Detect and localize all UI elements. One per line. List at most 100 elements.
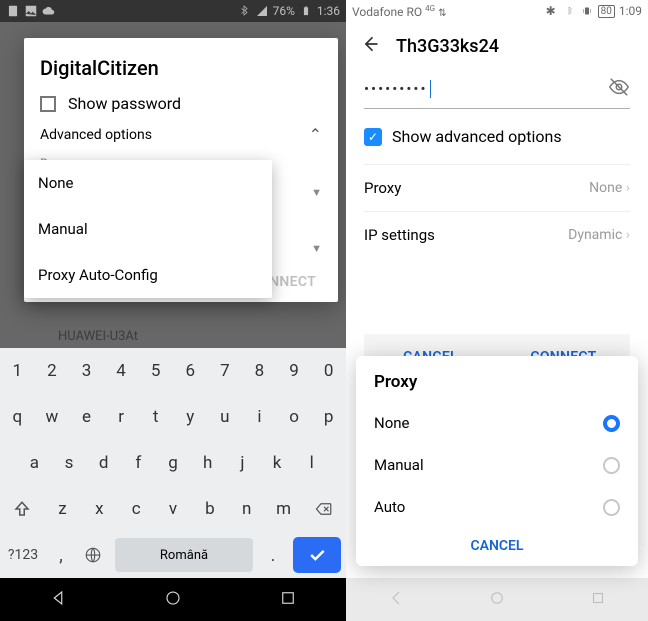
key-v[interactable]: v <box>155 486 192 532</box>
ip-value: Dynamic <box>568 227 630 243</box>
key-8[interactable]: 8 <box>242 348 277 394</box>
home-nav-icon[interactable] <box>164 589 182 611</box>
checkbox-icon[interactable] <box>40 96 56 112</box>
key-0[interactable]: 0 <box>311 348 346 394</box>
carrier-label: Vodafone RO 4G ⇅ <box>352 4 446 19</box>
vibrate-icon <box>580 4 594 18</box>
radio-checked-icon <box>603 415 620 432</box>
enter-key[interactable] <box>293 537 341 573</box>
key-z[interactable]: z <box>44 486 81 532</box>
globe-key[interactable] <box>76 532 110 578</box>
show-advanced-row[interactable]: ✓ Show advanced options <box>364 127 630 146</box>
battery-icon: 80 <box>598 5 615 18</box>
sheet-option-manual[interactable]: Manual <box>374 444 620 486</box>
comma-key[interactable]: , <box>46 532 76 578</box>
sheet-cancel-button[interactable]: CANCEL <box>374 528 620 558</box>
key-r[interactable]: r <box>104 394 139 440</box>
key-row-2: a s d f g h j k l <box>0 440 346 486</box>
key-l[interactable]: l <box>294 440 329 486</box>
key-q[interactable]: q <box>0 394 35 440</box>
proxy-row[interactable]: Proxy None <box>364 164 630 211</box>
chevron-up-icon: ⌃ <box>309 125 322 144</box>
option-manual[interactable]: Manual <box>24 206 272 252</box>
key-u[interactable]: u <box>208 394 243 440</box>
key-n[interactable]: n <box>228 486 265 532</box>
keyboard: 1 2 3 4 5 6 7 8 9 0 q w e r t y u i o p … <box>0 348 346 578</box>
ip-row[interactable]: IP settings Dynamic <box>364 211 630 258</box>
clock: 1:09 <box>619 4 642 18</box>
key-b[interactable]: b <box>191 486 228 532</box>
key-m[interactable]: m <box>265 486 302 532</box>
proxy-value: None <box>589 180 630 196</box>
proxy-label: Proxy <box>364 179 401 197</box>
nav-bar <box>346 578 648 621</box>
key-2[interactable]: 2 <box>35 348 70 394</box>
nav-bar <box>0 578 346 621</box>
password-field[interactable]: ••••••••• <box>364 70 630 109</box>
home-nav-icon[interactable] <box>488 589 506 611</box>
key-row-3: z x c v b n m <box>0 486 346 532</box>
visibility-off-icon[interactable] <box>608 76 630 102</box>
backspace-key[interactable] <box>302 486 346 532</box>
period-key[interactable]: . <box>258 532 288 578</box>
key-7[interactable]: 7 <box>208 348 243 394</box>
back-icon[interactable] <box>360 34 380 58</box>
recent-nav-icon[interactable] <box>589 589 607 611</box>
bottom-row: ?123 , Română . <box>0 532 346 578</box>
key-g[interactable]: g <box>156 440 191 486</box>
back-nav-icon[interactable] <box>387 589 405 611</box>
password-value: ••••••••• <box>364 80 428 98</box>
bt-icon <box>562 4 576 18</box>
radio-icon <box>603 499 620 516</box>
key-5[interactable]: 5 <box>138 348 173 394</box>
key-9[interactable]: 9 <box>277 348 312 394</box>
status-bar: Vodafone RO 4G ⇅ ✱ 80 1:09 <box>346 0 648 22</box>
show-password-row[interactable]: Show password <box>40 94 322 113</box>
option-pac[interactable]: Proxy Auto-Config <box>24 252 272 298</box>
symbols-key[interactable]: ?123 <box>0 532 46 578</box>
header: Th3G33ks24 <box>346 22 648 70</box>
num-row: 1 2 3 4 5 6 7 8 9 0 <box>0 348 346 394</box>
key-e[interactable]: e <box>69 394 104 440</box>
key-t[interactable]: t <box>138 394 173 440</box>
key-p[interactable]: p <box>311 394 346 440</box>
key-h[interactable]: h <box>190 440 225 486</box>
key-o[interactable]: o <box>277 394 312 440</box>
bg-wifi-item: HUAWEI-U3At <box>58 329 138 344</box>
key-x[interactable]: x <box>81 486 118 532</box>
sheet-title: Proxy <box>374 372 620 392</box>
key-d[interactable]: d <box>86 440 121 486</box>
proxy-sheet: Proxy None Manual Auto CANCEL <box>356 356 638 566</box>
key-y[interactable]: y <box>173 394 208 440</box>
option-none[interactable]: None <box>24 160 272 206</box>
key-6[interactable]: 6 <box>173 348 208 394</box>
key-i[interactable]: i <box>242 394 277 440</box>
key-a[interactable]: a <box>17 440 52 486</box>
key-f[interactable]: f <box>121 440 156 486</box>
recent-nav-icon[interactable] <box>279 589 297 611</box>
checkbox-checked-icon[interactable]: ✓ <box>364 128 382 146</box>
advanced-label: Advanced options <box>40 127 152 143</box>
key-s[interactable]: s <box>52 440 87 486</box>
ip-label: IP settings <box>364 226 435 244</box>
key-j[interactable]: j <box>225 440 260 486</box>
key-3[interactable]: 3 <box>69 348 104 394</box>
advanced-label: Show advanced options <box>392 127 562 146</box>
show-password-label: Show password <box>68 94 181 113</box>
sheet-option-none[interactable]: None <box>374 402 620 444</box>
radio-icon <box>603 457 620 474</box>
key-4[interactable]: 4 <box>104 348 139 394</box>
key-w[interactable]: w <box>35 394 70 440</box>
sheet-option-auto[interactable]: Auto <box>374 486 620 528</box>
language-key[interactable]: Română <box>115 538 253 572</box>
key-row-1: q w e r t y u i o p <box>0 394 346 440</box>
shift-key[interactable] <box>0 486 44 532</box>
dialog-title: DigitalCitizen <box>40 56 322 80</box>
advanced-options-row[interactable]: Advanced options ⌃ <box>40 125 322 144</box>
page-title: Th3G33ks24 <box>396 36 499 57</box>
key-1[interactable]: 1 <box>0 348 35 394</box>
bluetooth-icon: ✱ <box>544 4 558 18</box>
back-nav-icon[interactable] <box>49 589 67 611</box>
key-c[interactable]: c <box>118 486 155 532</box>
key-k[interactable]: k <box>260 440 295 486</box>
